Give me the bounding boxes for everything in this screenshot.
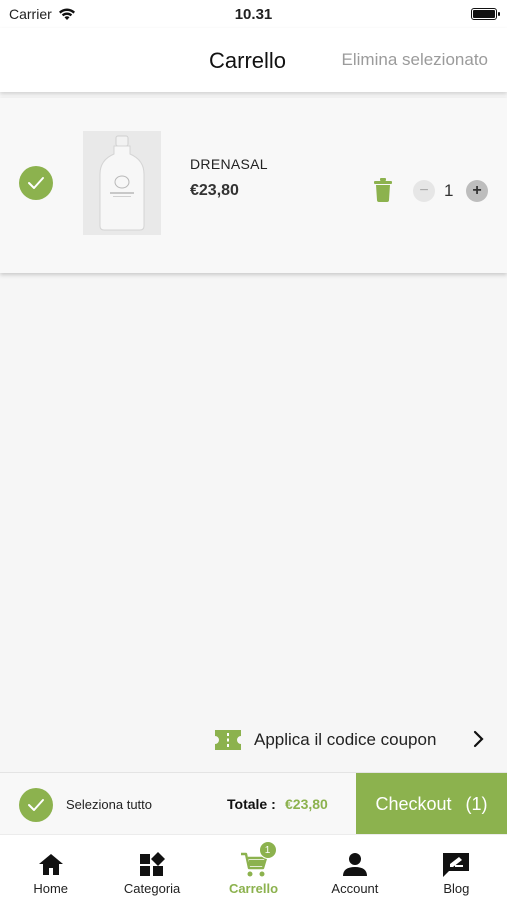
- home-icon: [38, 854, 63, 875]
- chevron-right-icon: [473, 730, 484, 748]
- product-name: DRENASAL: [190, 156, 268, 172]
- blog-icon: [443, 853, 470, 877]
- check-icon: [28, 177, 44, 189]
- tab-carrello[interactable]: 1 Carrello: [203, 835, 304, 900]
- category-icon: [140, 852, 166, 876]
- select-all-checkbox[interactable]: [19, 788, 53, 822]
- wifi-icon: [58, 8, 75, 20]
- coupon-row[interactable]: Applica il codice coupon: [215, 726, 485, 754]
- carrier-label: Carrier: [9, 6, 52, 22]
- status-bar: Carrier 10.31: [0, 0, 507, 28]
- tab-label: Carrello: [228, 881, 279, 896]
- account-icon: [342, 853, 367, 876]
- status-left: Carrier: [9, 6, 76, 22]
- total-value: €23,80: [285, 796, 328, 812]
- check-icon: [28, 799, 44, 811]
- nav-bar: Carrello Elimina selezionato: [0, 28, 507, 92]
- tab-blog[interactable]: Blog: [406, 835, 507, 900]
- product-price: €23,80: [190, 182, 239, 199]
- coupon-label: Applica il codice coupon: [254, 730, 437, 749]
- coupon-icon: [215, 730, 241, 750]
- summary-bar: Seleziona tutto Totale : €23,80 Checkout…: [0, 772, 507, 835]
- tab-label: Blog: [443, 881, 470, 896]
- item-select-checkbox[interactable]: [19, 166, 53, 200]
- bottle-image: [99, 135, 145, 231]
- page-title: Carrello: [209, 48, 287, 73]
- total-label: Totale :: [227, 796, 276, 812]
- tab-label: Home: [33, 881, 69, 896]
- quantity-increase-button[interactable]: +: [466, 180, 488, 202]
- delete-selected-button[interactable]: Elimina selezionato: [342, 50, 488, 70]
- tab-label: Account: [331, 881, 379, 896]
- cart-badge: 1: [258, 841, 277, 859]
- checkout-count: (1): [465, 793, 488, 814]
- quantity-decrease-button[interactable]: −: [413, 180, 435, 202]
- tab-account[interactable]: Account: [304, 835, 405, 900]
- checkout-label: Checkout: [375, 793, 452, 814]
- select-all-label: Seleziona tutto: [66, 797, 153, 812]
- checkout-button[interactable]: Checkout (1): [356, 773, 507, 835]
- tab-home[interactable]: Home: [0, 835, 101, 900]
- trash-icon[interactable]: [373, 178, 393, 202]
- product-image[interactable]: [83, 131, 161, 235]
- tab-bar: Home Categoria 1 Carrello Account Blog: [0, 834, 507, 900]
- battery-icon: [471, 8, 500, 20]
- tab-label: Categoria: [123, 881, 181, 896]
- status-time: 10.31: [234, 5, 273, 23]
- tab-categoria[interactable]: Categoria: [101, 835, 202, 900]
- cart-item: DRENASAL €23,80 − 1 +: [0, 98, 507, 273]
- quantity-value: 1: [444, 181, 454, 200]
